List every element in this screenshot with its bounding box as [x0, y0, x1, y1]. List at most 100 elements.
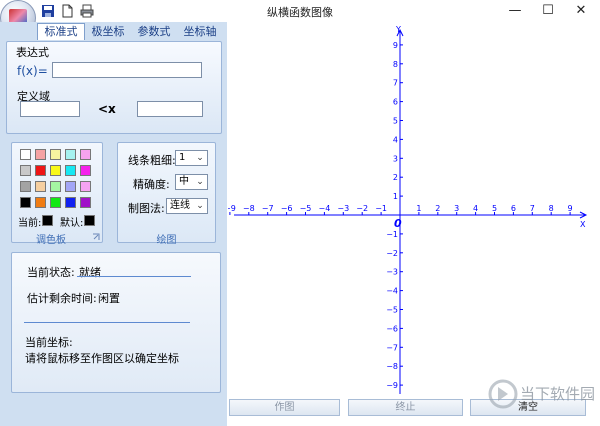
y-tick-label: 3: [393, 154, 398, 163]
y-tick-label: −1: [386, 230, 398, 239]
coordinate-label: 当前坐标:: [25, 336, 73, 349]
state-value: 就绪: [79, 266, 101, 279]
palette-swatch[interactable]: [35, 165, 46, 176]
x-tick-label: 2: [435, 204, 440, 213]
palette-swatch[interactable]: [65, 165, 76, 176]
x-tick-label: 6: [511, 204, 516, 213]
y-tick-label: 7: [393, 79, 398, 88]
tab-axes[interactable]: 坐标轴: [178, 24, 222, 39]
y-tick-label: 2: [393, 173, 398, 182]
x-tick-label: −1: [375, 204, 387, 213]
separator-line: [24, 322, 190, 323]
close-button[interactable]: ✕: [566, 0, 596, 22]
less-than-x-label: <x: [98, 102, 116, 116]
line-width-label: 线条粗细:: [128, 154, 176, 167]
y-tick-label: 1: [393, 192, 398, 201]
current-color-swatch[interactable]: [42, 215, 53, 226]
palette-swatch[interactable]: [65, 181, 76, 192]
x-tick-label: 4: [473, 204, 478, 213]
chevron-down-icon: ⌄: [196, 177, 204, 187]
line-width-value: 1: [179, 152, 186, 163]
state-underline: [77, 276, 191, 277]
expression-label: 表达式: [16, 46, 49, 59]
draw-button[interactable]: 作图: [229, 399, 340, 416]
y-tick-label: 9: [393, 41, 398, 50]
x-tick-label: −7: [262, 204, 274, 213]
palette-swatch[interactable]: [35, 197, 46, 208]
expression-input[interactable]: [52, 62, 202, 78]
y-tick-label: −5: [386, 306, 398, 315]
current-color-label: 当前:: [18, 218, 42, 229]
palette-swatch[interactable]: [35, 181, 46, 192]
palette-swatch[interactable]: [50, 165, 61, 176]
x-axis-label: X: [580, 220, 586, 229]
x-tick-label: −3: [337, 204, 349, 213]
palette-swatch[interactable]: [80, 149, 91, 160]
precision-label: 精确度:: [133, 178, 170, 191]
origin-label: 0: [394, 217, 402, 230]
watermark-logo: 当下软件园: [488, 377, 596, 414]
palette-swatch[interactable]: [20, 149, 31, 160]
tab-parametric[interactable]: 参数式: [132, 24, 176, 39]
palette-swatch[interactable]: [50, 149, 61, 160]
plot-method-value: 连线: [170, 200, 190, 211]
plot-method-label: 制图法:: [128, 202, 165, 215]
line-width-select[interactable]: 1 ⌄: [175, 150, 208, 166]
tab-standard[interactable]: 标准式: [37, 24, 85, 39]
plot-area[interactable]: XY0−9−8−7−6−5−4−3−2−1123456789987654321−…: [228, 22, 600, 396]
x-tick-label: −8: [243, 204, 255, 213]
y-tick-label: −7: [386, 343, 398, 352]
y-tick-label: −4: [386, 287, 398, 296]
y-tick-label: −3: [386, 268, 398, 277]
y-axis-label: Y: [395, 25, 401, 34]
watermark-text: 当下软件园: [520, 385, 596, 403]
domain-max-input[interactable]: [137, 101, 203, 117]
precision-value: 中: [179, 176, 189, 187]
maximize-button[interactable]: ☐: [533, 0, 563, 22]
domain-min-input[interactable]: [20, 101, 80, 117]
x-tick-label: −4: [319, 204, 331, 213]
chevron-down-icon: ⌄: [196, 153, 204, 163]
x-tick-label: −6: [281, 204, 293, 213]
tab-polar[interactable]: 极坐标: [86, 24, 130, 39]
palette-swatch[interactable]: [50, 181, 61, 192]
precision-select[interactable]: 中 ⌄: [175, 174, 208, 190]
palette-swatch[interactable]: [80, 165, 91, 176]
palette-swatch[interactable]: [65, 197, 76, 208]
y-tick-label: 5: [393, 117, 398, 126]
palette-title: 调色板: [36, 235, 66, 246]
palette-swatch[interactable]: [50, 197, 61, 208]
x-tick-label: −2: [356, 204, 368, 213]
palette-swatch[interactable]: [65, 149, 76, 160]
minimize-button[interactable]: —: [500, 0, 530, 22]
x-tick-label: 5: [492, 204, 497, 213]
y-tick-label: −9: [386, 381, 398, 390]
palette-swatch[interactable]: [20, 165, 31, 176]
palette-swatch[interactable]: [35, 149, 46, 160]
palette-swatch[interactable]: [80, 197, 91, 208]
plot-method-select[interactable]: 连线 ⌄: [166, 198, 208, 214]
remaining-time-label: 估计剩余时间:: [27, 292, 97, 305]
stop-button[interactable]: 终止: [348, 399, 463, 416]
y-tick-label: 4: [393, 135, 398, 144]
y-tick-label: −2: [386, 249, 398, 258]
palette-swatch[interactable]: [80, 181, 91, 192]
x-tick-label: 9: [568, 204, 573, 213]
default-color-swatch[interactable]: [84, 215, 95, 226]
default-color-label: 默认:: [60, 218, 84, 229]
palette-swatch[interactable]: [20, 181, 31, 192]
coordinate-hint: 请将鼠标移至作图区以确定坐标: [25, 352, 179, 365]
remaining-time-value: 闲置: [98, 292, 120, 305]
x-tick-label: −9: [228, 204, 236, 213]
y-tick-label: −8: [386, 362, 398, 371]
x-tick-label: 3: [454, 204, 459, 213]
x-tick-label: 8: [549, 204, 554, 213]
chevron-down-icon: ⌄: [196, 201, 204, 211]
dialog-launcher-icon[interactable]: [92, 233, 100, 241]
fx-label: f(x)=: [17, 64, 48, 78]
y-tick-label: 6: [393, 98, 398, 107]
y-tick-label: −6: [386, 324, 398, 333]
drawing-title: 绘图: [156, 235, 177, 246]
palette-swatch[interactable]: [20, 197, 31, 208]
x-tick-label: −5: [300, 204, 312, 213]
